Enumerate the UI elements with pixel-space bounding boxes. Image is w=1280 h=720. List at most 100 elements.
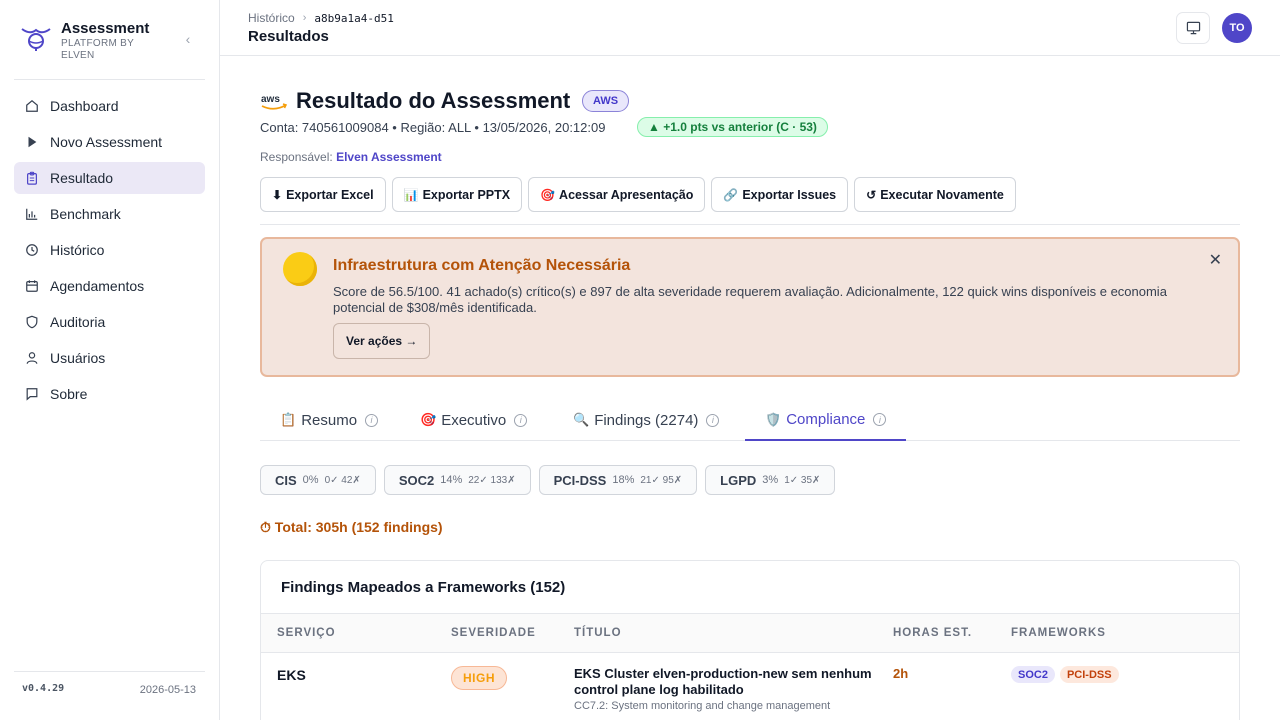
framework-percent: 0% xyxy=(302,474,319,486)
responsible-name[interactable]: Elven Assessment xyxy=(336,150,442,164)
monitor-icon xyxy=(1186,21,1200,35)
tab-compliance[interactable]: 🛡️ Compliance i xyxy=(745,400,907,441)
button-label: Executar Novamente xyxy=(880,187,1004,202)
sidebar-item-auditoria[interactable]: Auditoria xyxy=(14,306,205,338)
avatar[interactable]: TO xyxy=(1222,13,1252,43)
info-icon[interactable]: i xyxy=(706,413,720,427)
sidebar-item-novo-assessment[interactable]: Novo Assessment xyxy=(14,126,205,158)
message-icon xyxy=(24,386,40,402)
cell-hours: 2h xyxy=(893,666,909,681)
sidebar-item-dashboard[interactable]: Dashboard xyxy=(14,90,205,122)
column-header-severity[interactable]: SEVERIDADE xyxy=(451,627,536,639)
sidebar-item-label: Usuários xyxy=(50,350,106,366)
table-row[interactable]: EKS HIGH EKS Cluster elven-production-ne… xyxy=(261,653,1239,720)
tab-executivo[interactable]: 🎯 Executivo i xyxy=(420,400,528,440)
clipboard-icon xyxy=(24,170,40,186)
button-label: Exportar Excel xyxy=(286,187,374,202)
framework-name: LGPD xyxy=(720,472,757,488)
target-icon: 🎯 xyxy=(540,187,556,202)
export-excel-button[interactable]: ⬇ Exportar Excel xyxy=(260,177,386,212)
framework-chip-cis[interactable]: CIS 0% 0✓ 42✗ xyxy=(260,465,376,495)
framework-counts: 21✓ 95✗ xyxy=(640,474,683,486)
provider-badge: AWS xyxy=(582,90,630,112)
column-header-service[interactable]: SERVIÇO xyxy=(277,627,336,639)
chevron-right-icon: › xyxy=(302,12,307,24)
refresh-icon: ↺ xyxy=(866,187,877,202)
cell-service: EKS xyxy=(277,667,306,683)
framework-name: PCI-DSS xyxy=(553,472,607,488)
breadcrumb-historico[interactable]: Histórico xyxy=(248,11,295,25)
result-title: Resultado do Assessment xyxy=(296,88,571,113)
info-icon[interactable]: i xyxy=(514,413,528,427)
framework-tag-soc2: SOC2 xyxy=(1011,666,1055,683)
info-icon[interactable]: i xyxy=(365,413,379,427)
column-header-title[interactable]: TÍTULO xyxy=(574,627,622,639)
sidebar-footer-divider xyxy=(14,671,205,672)
tab-label: Compliance xyxy=(786,411,866,428)
user-icon xyxy=(24,350,40,366)
framework-percent: 18% xyxy=(612,474,635,486)
info-icon[interactable]: i xyxy=(873,413,887,426)
run-again-button[interactable]: ↺ Executar Novamente xyxy=(854,177,1016,212)
sidebar-item-label: Agendamentos xyxy=(50,278,145,294)
clipboard-icon: 📋 xyxy=(280,412,297,427)
framework-counts: 22✓ 133✗ xyxy=(468,474,516,486)
tab-label: Executivo xyxy=(441,411,507,429)
home-icon xyxy=(24,98,40,114)
play-icon xyxy=(24,134,40,150)
bar-chart-icon xyxy=(24,206,40,222)
column-header-frameworks[interactable]: FRAMEWORKS xyxy=(1011,627,1106,639)
view-actions-button[interactable]: Ver ações → xyxy=(333,323,431,359)
version-label: v0.4.29 xyxy=(22,683,65,694)
button-label: Exportar Issues xyxy=(742,187,837,202)
framework-name: CIS xyxy=(275,472,297,488)
export-pptx-button[interactable]: 📊 Exportar PPTX xyxy=(391,177,523,212)
close-icon[interactable]: ✕ xyxy=(1209,250,1222,270)
section-divider xyxy=(260,224,1240,225)
breadcrumb: Histórico › a8b9a1a4-d51 xyxy=(248,11,394,25)
sidebar-nav: Dashboard Novo Assessment Resultado Benc… xyxy=(14,90,205,414)
shield-icon xyxy=(24,314,40,330)
framework-chip-lgpd[interactable]: LGPD 3% 1✓ 35✗ xyxy=(705,465,836,495)
presentation-mode-button[interactable] xyxy=(1176,12,1210,44)
responsible-line: Responsável: Elven Assessment xyxy=(260,150,442,164)
sidebar-item-historico[interactable]: Histórico xyxy=(14,234,205,266)
tab-findings[interactable]: 🔍 Findings (2274) i xyxy=(573,400,720,440)
framework-name: SOC2 xyxy=(398,472,435,488)
open-presentation-button[interactable]: 🎯 Acessar Apresentação xyxy=(528,177,706,212)
sidebar-item-label: Benchmark xyxy=(50,206,121,222)
build-date: 2026-05-13 xyxy=(139,684,196,696)
framework-tag-pci-dss: PCI-DSS xyxy=(1059,666,1119,683)
sidebar-item-agendamentos[interactable]: Agendamentos xyxy=(14,270,205,302)
account-meta: Conta: 740561009084 • Região: ALL • 13/0… xyxy=(260,120,606,135)
top-header: Histórico › a8b9a1a4-d51 Resultados TO xyxy=(220,0,1280,56)
score-delta-badge: ▲ +1.0 pts vs anterior (C · 53) xyxy=(637,117,828,137)
export-issues-button[interactable]: 🔗 Exportar Issues xyxy=(711,177,849,212)
sidebar-item-benchmark[interactable]: Benchmark xyxy=(14,198,205,230)
framework-counts: 0✓ 42✗ xyxy=(324,474,361,486)
brand-subtitle: PLATFORM BY ELVEN xyxy=(61,38,134,61)
cell-title: EKS Cluster elven-production-new sem nen… xyxy=(574,666,872,697)
sidebar-item-resultado[interactable]: Resultado xyxy=(14,162,205,194)
svg-text:aws: aws xyxy=(261,94,280,105)
attention-alert: Infraestrutura com Atenção Necessária Sc… xyxy=(260,237,1240,377)
sidebar: Assessment PLATFORM BY ELVEN ‹ Dashboard… xyxy=(0,0,220,720)
aws-logo-icon: aws xyxy=(261,94,288,110)
tab-resumo[interactable]: 📋 Resumo i xyxy=(280,400,379,440)
breadcrumb-assessment-id: a8b9a1a4-d51 xyxy=(314,11,394,25)
sidebar-item-usuarios[interactable]: Usuários xyxy=(14,342,205,374)
result-tabs: 📋 Resumo i 🎯 Executivo i 🔍 Findings (227… xyxy=(260,400,1240,441)
target-icon: 🎯 xyxy=(420,412,437,427)
sidebar-item-sobre[interactable]: Sobre xyxy=(14,378,205,410)
button-label: Acessar Apresentação xyxy=(559,187,694,202)
shield-icon: 🛡️ xyxy=(765,411,782,427)
framework-chip-pci-dss[interactable]: PCI-DSS 18% 21✓ 95✗ xyxy=(538,465,698,495)
column-header-hours[interactable]: HORAS EST. xyxy=(893,627,972,639)
findings-table-card: Findings Mapeados a Frameworks (152) SER… xyxy=(260,560,1240,720)
brand-title: Assessment xyxy=(61,20,150,37)
collapse-sidebar-icon[interactable]: ‹ xyxy=(180,31,196,47)
sidebar-item-label: Dashboard xyxy=(50,98,119,114)
framework-chip-soc2[interactable]: SOC2 14% 22✓ 133✗ xyxy=(383,465,531,495)
page-title: Resultados xyxy=(248,28,329,45)
brand[interactable]: Assessment PLATFORM BY ELVEN ‹ xyxy=(20,20,205,66)
